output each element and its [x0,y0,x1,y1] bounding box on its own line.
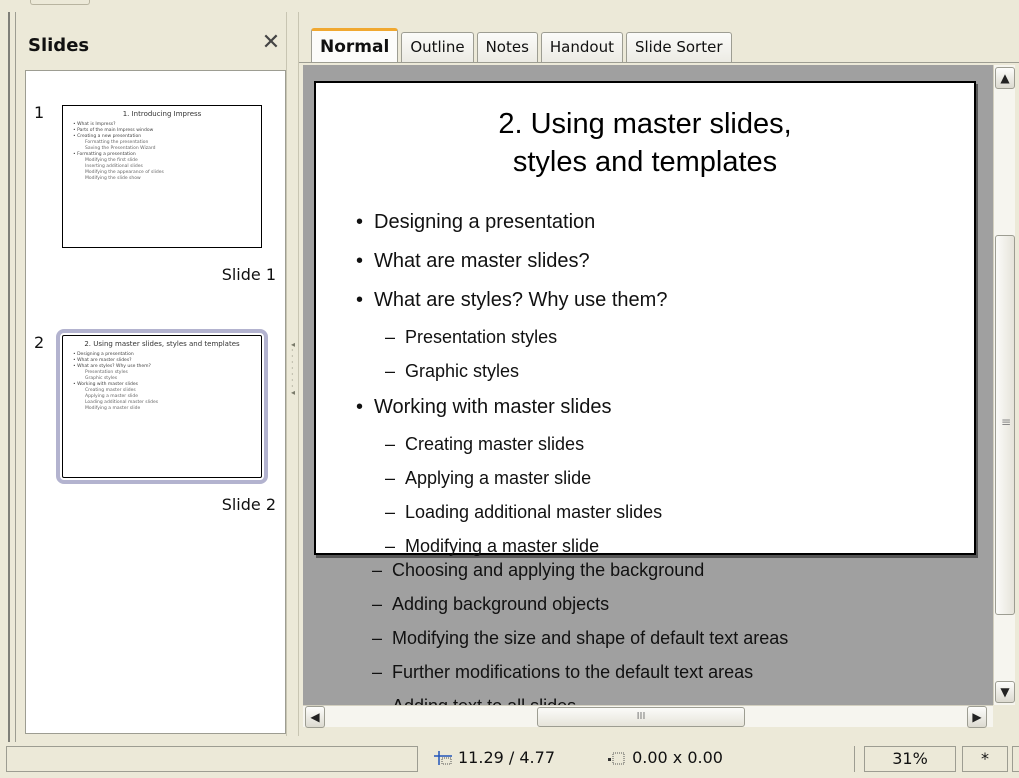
thumbnail-text: • Designing a presentation • What are mas… [73,352,251,412]
slide-title-line-2: styles and templates [512,146,778,178]
bullet-item: Designing a presentation [356,203,993,242]
status-field-edge [1012,746,1019,772]
position-icon [434,751,452,765]
tab-outline[interactable]: Outline [401,32,474,62]
scroll-up-icon[interactable]: ▲ [995,67,1015,89]
sub-bullet-item: Adding text to all slides [343,689,983,705]
thumbnail-line: Modifying a master slide [85,406,141,411]
main-view: Normal Outline Notes Handout Slide Sorte… [299,12,1019,736]
tab-handout[interactable]: Handout [540,32,623,62]
document-modified-indicator[interactable]: * [962,746,1008,772]
bullet-item: What are master slides? [356,242,993,281]
close-icon[interactable]: ✕ [260,32,282,54]
scroll-left-icon[interactable]: ◀ [305,706,325,728]
status-info-field [6,746,418,772]
scroll-grip: ≡ [1001,415,1012,429]
sub-bullet-item: Graphic styles [356,354,993,388]
sub-bullet-item: Further modifications to the default tex… [343,655,983,689]
tab-notes[interactable]: Notes [476,32,538,62]
zoom-field[interactable]: 31% [864,746,956,772]
tab-baseline [299,62,1019,63]
slide-outline-text[interactable]: Designing a presentationWhat are master … [356,203,993,563]
scroll-right-icon[interactable]: ▶ [967,706,987,728]
cursor-position: 11.29 / 4.77 [458,748,555,767]
sub-bullet-item: Creating master slides [356,427,993,461]
pane-splitter[interactable]: ◂ · · · · · · · ◂ [286,12,299,736]
horizontal-scroll-thumb[interactable]: III [537,707,745,727]
slides-pane: Slides ✕ 1 1. Introducing Impress • What… [16,12,286,736]
left-window-edge [0,12,16,748]
sub-bullet-item: Choosing and applying the background [343,553,983,587]
status-bar: 11.29 / 4.77 0.00 x 0.00 31% * [0,742,1019,778]
scroll-corner [993,705,1015,727]
view-tabs: Normal Outline Notes Handout Slide Sorte… [311,28,735,62]
sub-bullet-item: Loading additional master slides [356,495,993,529]
bullet-item: Working with master slides [356,388,993,427]
size-icon [608,752,625,765]
slide-caption: Slide 1 [221,265,276,284]
slide-title-line-1: 2. Using master slides, [498,108,792,140]
slides-pane-title: Slides [28,35,90,56]
thumbnail-title: 1. Introducing Impress [122,110,202,118]
tab-normal[interactable]: Normal [311,28,399,62]
slide-canvas[interactable]: 2. Using master slides, styles and templ… [314,81,976,563]
thumbnail-text: • What is Impress? • Parts of the main Im… [73,122,251,182]
sub-bullet-item: Modifying the size and shape of default … [343,621,983,655]
status-position-field: 11.29 / 4.77 0.00 x 0.00 [424,746,852,772]
slide-editor-workspace[interactable]: 2. Using master slides, styles and templ… [303,65,993,705]
slide-number: 2 [34,333,45,352]
sub-bullet-item: Adding background objects [343,587,983,621]
bullet-item: What are styles? Why use them? [356,281,993,320]
thumbnail-line: Modifying the slide show [85,176,141,181]
tab-slide-sorter[interactable]: Slide Sorter [625,32,732,62]
splitter-grip[interactable]: ◂ · · · · · · · ◂ [291,341,295,432]
vertical-scrollbar[interactable]: ▲ ≡ ▼ [993,65,1015,705]
slide-caption: Slide 2 [221,495,276,514]
sub-bullet-item: Presentation styles [356,320,993,354]
top-toolbar-edge [0,0,1019,12]
slide-thumbnail-selected[interactable]: 2. Using master slides, styles and templ… [56,329,268,484]
toolbar-fragment [30,0,90,5]
slide-number: 1 [34,103,45,122]
vertical-scroll-thumb[interactable]: ≡ [995,235,1015,615]
object-size: 0.00 x 0.00 [632,748,723,767]
status-separator [854,746,855,772]
slides-pane-header: Slides ✕ [22,20,282,68]
scroll-down-icon[interactable]: ▼ [995,681,1015,703]
slide-thumbnail[interactable]: 1. Introducing Impress • What is Impress… [62,105,262,248]
slides-list[interactable]: 1 1. Introducing Impress • What is Impre… [25,70,286,734]
impress-window: Slides ✕ 1 1. Introducing Impress • What… [0,0,1019,778]
sub-bullet-item: Applying a master slide [356,461,993,495]
horizontal-scrollbar[interactable]: ◀ III ▶ [303,705,993,728]
slide-title[interactable]: 2. Using master slides, styles and templ… [316,105,974,181]
thumbnail-title: 2. Using master slides, styles and templ… [84,340,240,348]
overflow-outline-text[interactable]: Choosing and applying the backgroundAddi… [343,553,983,705]
